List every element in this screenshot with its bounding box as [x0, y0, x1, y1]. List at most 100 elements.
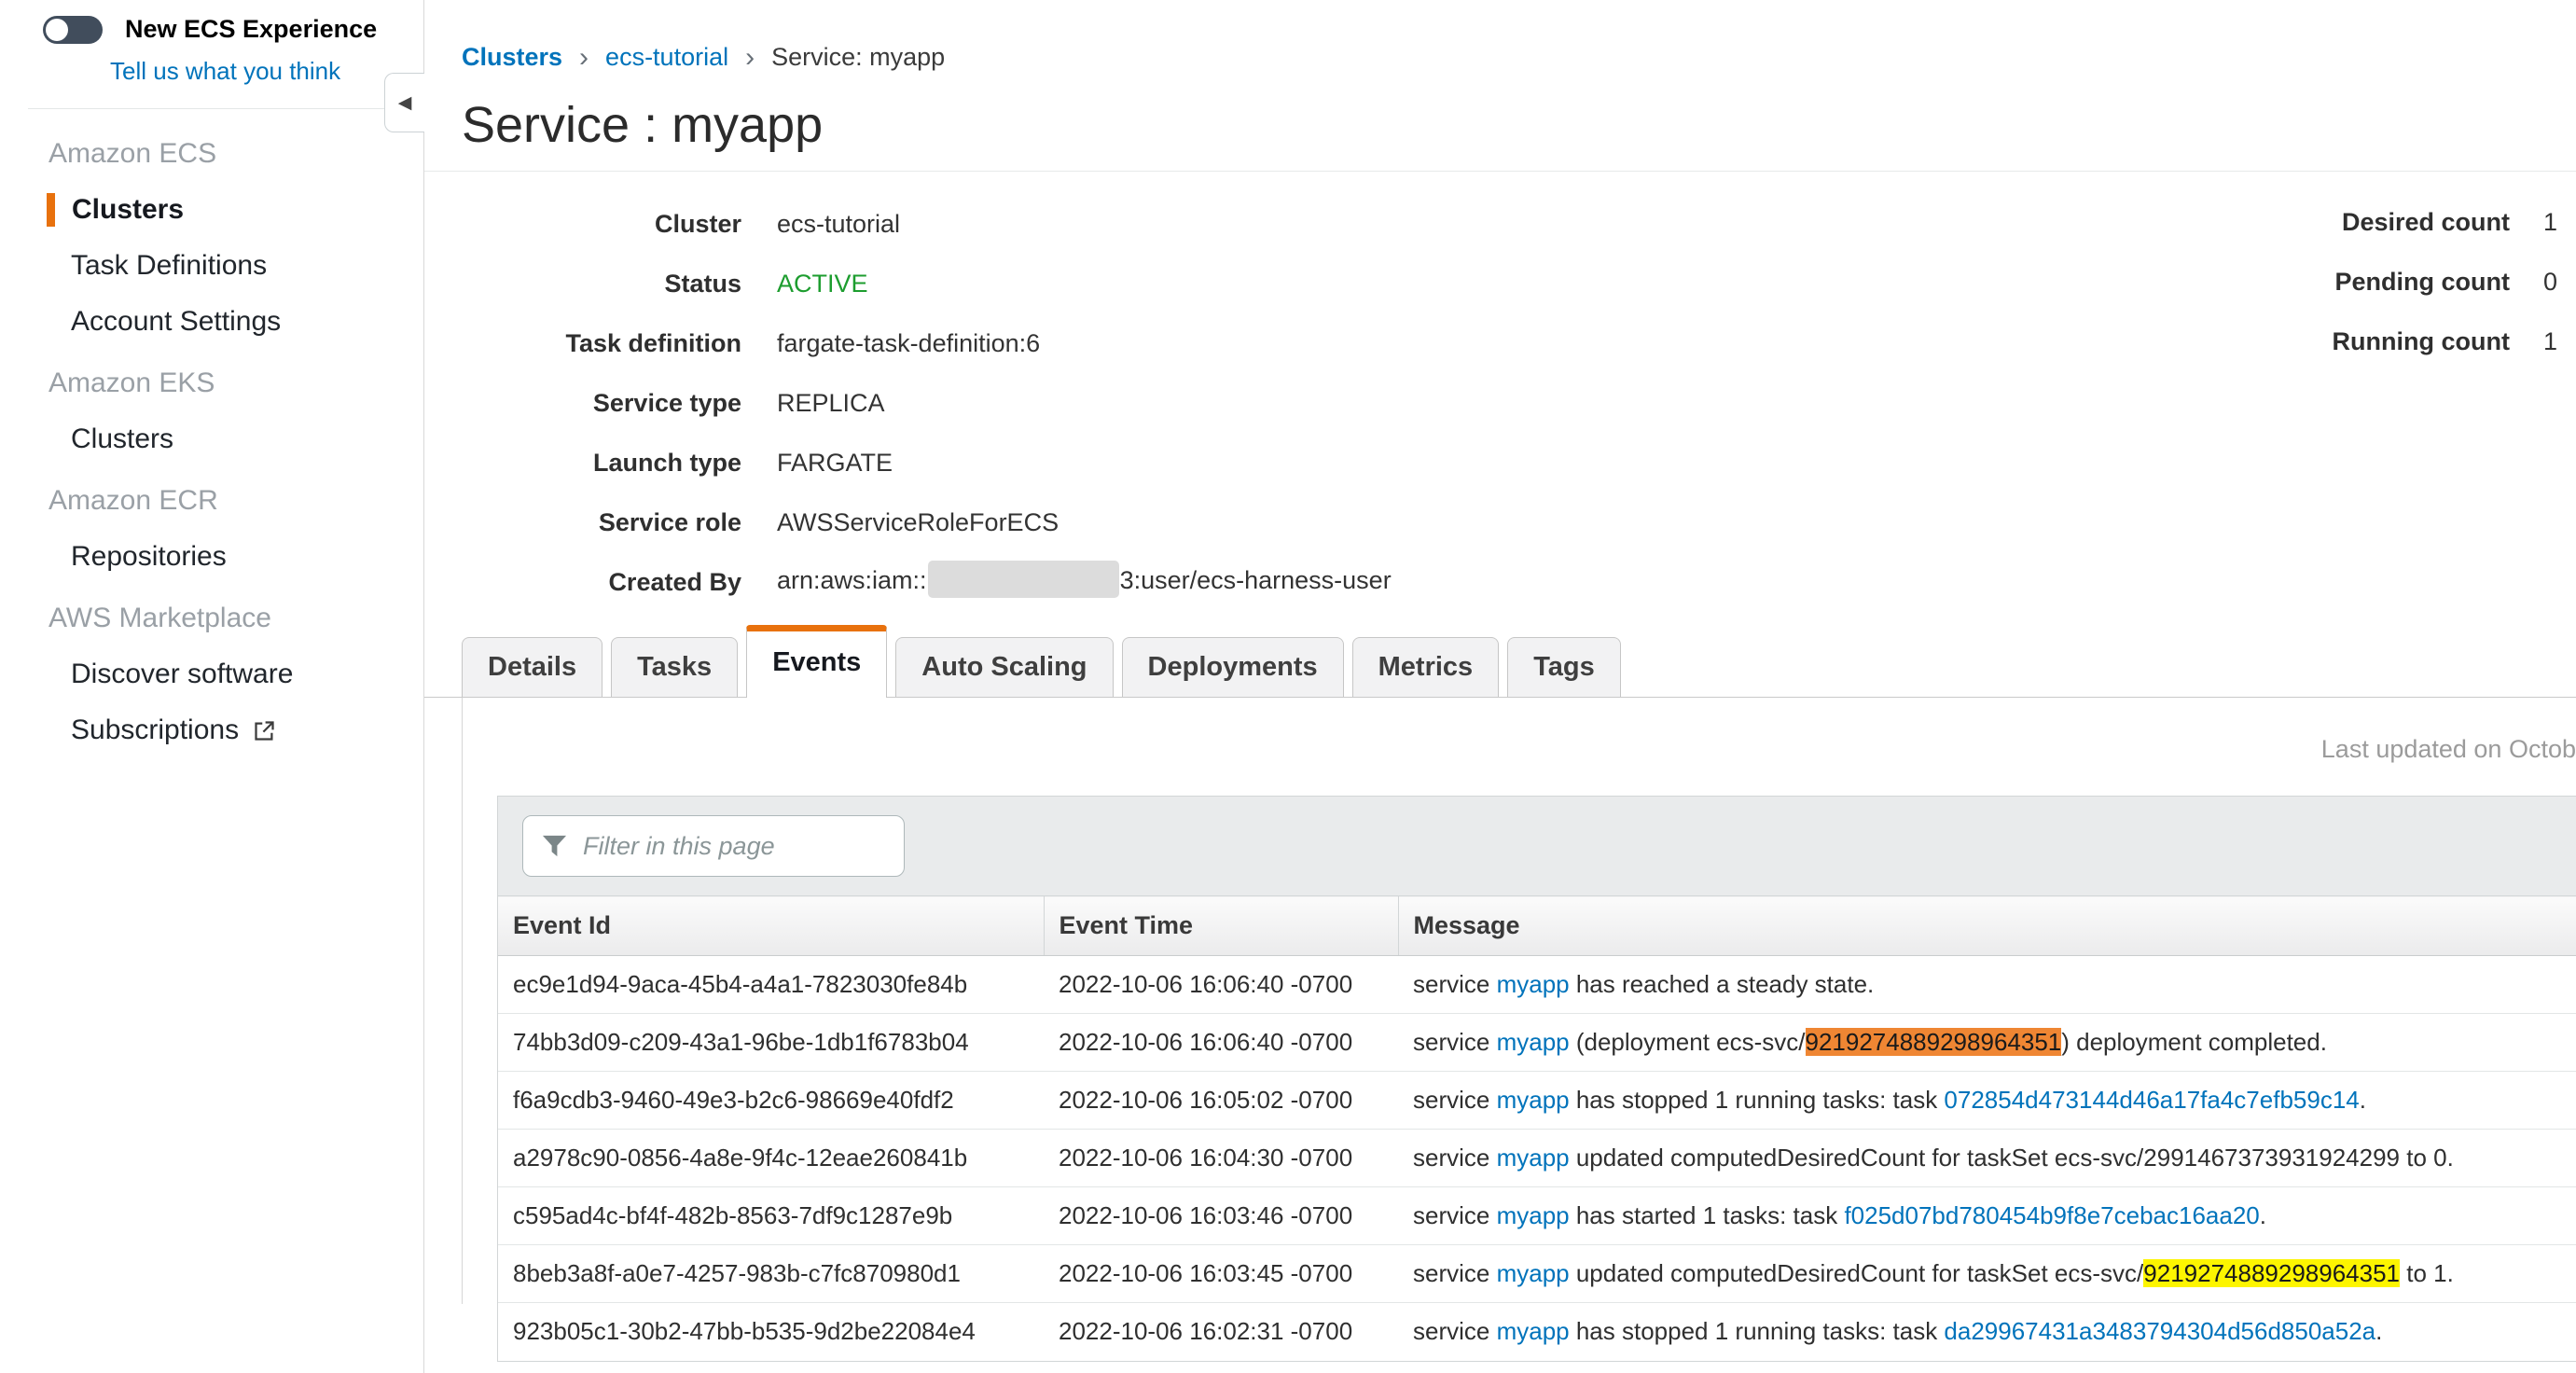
event-time-cell: 2022-10-06 16:06:40 -0700 [1044, 956, 1398, 1014]
breadcrumb-separator-icon: › [579, 45, 589, 70]
event-message-link[interactable]: f025d07bd780454b9f8e7cebac16aa20 [1844, 1201, 2259, 1229]
count-label: Pending count [2290, 268, 2510, 297]
message-text: has reached a steady state. [1570, 970, 1875, 998]
sidebar-item-discover-software[interactable]: Discover software [0, 658, 423, 691]
sidebar: New ECS Experience Tell us what you thin… [0, 0, 424, 1373]
detail-label: Launch type [462, 449, 741, 478]
events-table: Event Id Event Time Message ec9e1d94-9ac… [498, 895, 2576, 1361]
sidebar-item-subscriptions[interactable]: Subscriptions [0, 714, 423, 747]
sidebar-item-repositories[interactable]: Repositories [0, 540, 423, 574]
message-text: ) deployment completed. [2061, 1028, 2327, 1056]
event-message-link[interactable]: myapp [1497, 1086, 1570, 1114]
task-definition-link[interactable]: fargate-task-definition:6 [777, 329, 1040, 358]
section-header-aws-marketplace: AWS Marketplace [0, 602, 423, 635]
event-id-cell: f6a9cdb3-9460-49e3-b2c6-98669e40fdf2 [498, 1072, 1044, 1130]
table-row: ec9e1d94-9aca-45b4-a4a1-7823030fe84b2022… [498, 956, 2576, 1014]
column-header-event-time: Event Time [1044, 896, 1398, 956]
detail-row-created-by: Created By arn:aws:iam::3:user/ecs-harne… [424, 552, 2576, 612]
highlighted-deployment-id: 9219274889298964351 [2143, 1259, 2400, 1287]
detail-row-launch-type: Launch type FARGATE [424, 433, 2576, 492]
count-row-pending: Pending count 0 [2290, 252, 2557, 312]
section-header-amazon-ecr: Amazon ECR [0, 484, 423, 518]
event-message-link[interactable]: myapp [1497, 1028, 1570, 1056]
tab-tasks[interactable]: Tasks [611, 637, 738, 697]
message-text: service [1413, 1086, 1497, 1114]
message-text: service [1413, 1201, 1497, 1229]
message-text: has stopped 1 running tasks: task [1570, 1317, 1945, 1345]
count-row-running: Running count 1 [2290, 312, 2557, 371]
title-divider [424, 171, 2576, 172]
sidebar-item-account-settings[interactable]: Account Settings [0, 305, 423, 339]
events-panel: Last updated on Octob Event Id Event [462, 698, 2576, 1304]
tab-events[interactable]: Events [746, 625, 887, 698]
tab-auto-scaling[interactable]: Auto Scaling [895, 637, 1113, 697]
event-message-link[interactable]: 072854d473144d46a17fa4c7efb59c14 [1944, 1086, 2359, 1114]
section-header-amazon-ecs: Amazon ECS [0, 137, 423, 171]
event-message-link[interactable]: myapp [1497, 1144, 1570, 1172]
filter-input[interactable] [522, 815, 905, 877]
sidebar-item-task-definitions[interactable]: Task Definitions [0, 249, 423, 283]
event-message-link[interactable]: myapp [1497, 970, 1570, 998]
message-text: to 1. [2400, 1259, 2454, 1287]
event-time-cell: 2022-10-06 16:03:46 -0700 [1044, 1187, 1398, 1245]
sidebar-item-clusters-ecs[interactable]: Clusters [47, 193, 423, 227]
breadcrumb-current: Service: myapp [771, 43, 945, 72]
sidebar-collapse-button[interactable]: ◀ [384, 73, 424, 132]
event-message-link[interactable]: myapp [1497, 1259, 1570, 1287]
sidebar-item-label: Clusters [71, 423, 173, 456]
service-type-value: REPLICA [777, 389, 885, 418]
event-id-cell: c595ad4c-bf4f-482b-8563-7df9c1287e9b [498, 1187, 1044, 1245]
event-message-link[interactable]: myapp [1497, 1201, 1570, 1229]
tab-tags[interactable]: Tags [1507, 637, 1621, 697]
breadcrumb-link-ecs-tutorial[interactable]: ecs-tutorial [605, 43, 728, 72]
events-toolbar [498, 797, 2576, 895]
tab-details[interactable]: Details [462, 637, 602, 697]
event-message-link[interactable]: da29967431a3483794304d56d850a52a [1944, 1317, 2375, 1345]
message-text: (deployment ecs-svc/ [1570, 1028, 1806, 1056]
event-message-link[interactable]: myapp [1497, 1317, 1570, 1345]
message-text: updated computedDesiredCount for taskSet… [1570, 1144, 2454, 1172]
desired-count-value: 1 [2543, 208, 2557, 237]
event-id-cell: 923b05c1-30b2-47bb-b535-9d2be22084e4 [498, 1303, 1044, 1361]
event-message-cell: service myapp has started 1 tasks: task … [1398, 1187, 2576, 1245]
sidebar-item-clusters-eks[interactable]: Clusters [0, 423, 423, 456]
detail-label: Created By [462, 568, 741, 597]
redacted-account-id [928, 561, 1119, 598]
detail-row-cluster: Cluster ecs-tutorial [424, 194, 2576, 254]
page-title: Service : myapp [462, 96, 2576, 154]
event-message-cell: service myapp (deployment ecs-svc/921927… [1398, 1014, 2576, 1072]
event-message-cell: service myapp has stopped 1 running task… [1398, 1072, 2576, 1130]
event-message-cell: service myapp updated computedDesiredCou… [1398, 1245, 2576, 1303]
breadcrumb-link-clusters[interactable]: Clusters [462, 43, 562, 72]
detail-label: Status [462, 270, 741, 298]
feedback-link[interactable]: Tell us what you think [110, 57, 423, 86]
event-time-cell: 2022-10-06 16:06:40 -0700 [1044, 1014, 1398, 1072]
running-count-value: 1 [2543, 327, 2557, 356]
new-ecs-experience-toggle[interactable] [43, 16, 103, 44]
filter-box [522, 815, 905, 877]
detail-label: Cluster [462, 210, 741, 239]
detail-row-task-definition: Task definition fargate-task-definition:… [424, 313, 2576, 373]
message-text: service [1413, 1144, 1497, 1172]
event-message-cell: service myapp has stopped 1 running task… [1398, 1303, 2576, 1361]
sidebar-divider [28, 108, 392, 109]
message-text: . [2360, 1086, 2366, 1114]
detail-row-service-type: Service type REPLICA [424, 373, 2576, 433]
toggle-knob-icon [46, 19, 68, 41]
table-row: 8beb3a8f-a0e7-4257-983b-c7fc870980d12022… [498, 1245, 2576, 1303]
event-time-cell: 2022-10-06 16:04:30 -0700 [1044, 1130, 1398, 1187]
cluster-link[interactable]: ecs-tutorial [777, 210, 900, 239]
table-row: a2978c90-0856-4a8e-9f4c-12eae260841b2022… [498, 1130, 2576, 1187]
new-ecs-experience-row: New ECS Experience [0, 0, 423, 44]
table-row: 923b05c1-30b2-47bb-b535-9d2be22084e42022… [498, 1303, 2576, 1361]
section-header-amazon-eks: Amazon EKS [0, 367, 423, 400]
tab-metrics[interactable]: Metrics [1352, 637, 1500, 697]
tab-deployments[interactable]: Deployments [1122, 637, 1344, 697]
column-header-message: Message [1398, 896, 2576, 956]
last-updated-text: Last updated on Octob [463, 698, 2576, 764]
event-id-cell: 74bb3d09-c209-43a1-96be-1db1f6783b04 [498, 1014, 1044, 1072]
message-text: has stopped 1 running tasks: task [1570, 1086, 1945, 1114]
service-role-value: AWSServiceRoleForECS [777, 508, 1059, 537]
table-row: f6a9cdb3-9460-49e3-b2c6-98669e40fdf22022… [498, 1072, 2576, 1130]
status-badge: ACTIVE [777, 270, 868, 298]
